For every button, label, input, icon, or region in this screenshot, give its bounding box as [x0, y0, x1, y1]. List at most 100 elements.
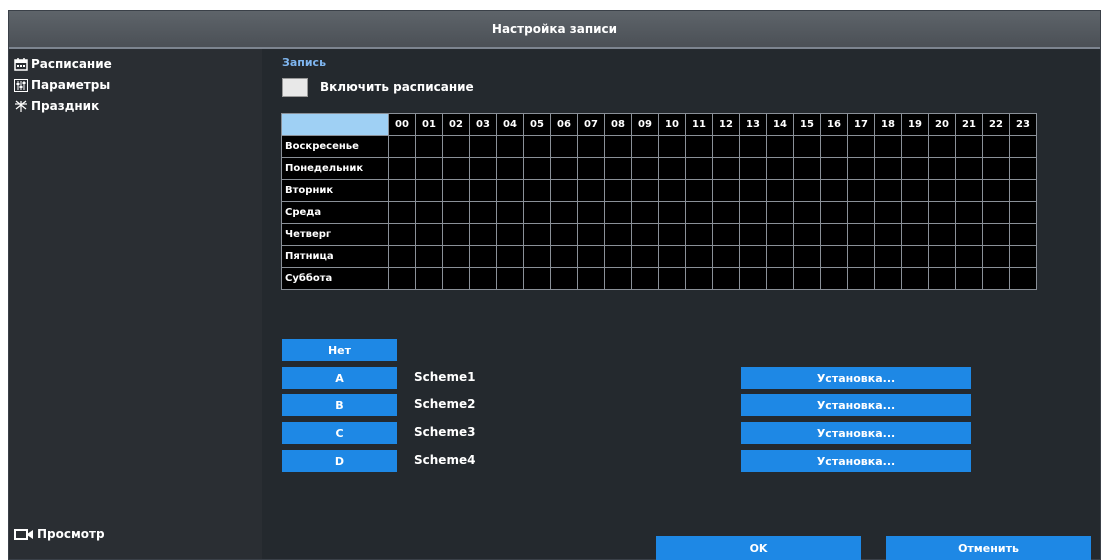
schedule-slot[interactable]: [766, 179, 794, 202]
schedule-slot[interactable]: [793, 179, 821, 202]
schedule-slot[interactable]: [604, 245, 632, 268]
schedule-slot[interactable]: [577, 157, 605, 180]
schedule-slot[interactable]: [712, 201, 740, 224]
schedule-slot[interactable]: [928, 267, 956, 290]
schedule-slot[interactable]: [847, 179, 875, 202]
none-button[interactable]: Нет: [282, 339, 397, 361]
schedule-slot[interactable]: [631, 223, 659, 246]
schedule-slot[interactable]: [604, 201, 632, 224]
sidebar-item-preview[interactable]: Просмотр: [13, 525, 105, 543]
schedule-slot[interactable]: [793, 157, 821, 180]
schedule-slot[interactable]: [415, 201, 443, 224]
schedule-slot[interactable]: [982, 179, 1010, 202]
schedule-slot[interactable]: [793, 245, 821, 268]
schedule-slot[interactable]: [388, 179, 416, 202]
schedule-slot[interactable]: [928, 135, 956, 158]
schedule-slot[interactable]: [739, 267, 767, 290]
schedule-slot[interactable]: [874, 223, 902, 246]
sidebar-item-schedule[interactable]: Расписание: [13, 55, 112, 73]
schedule-slot[interactable]: [901, 135, 929, 158]
schedule-slot[interactable]: [388, 267, 416, 290]
schedule-slot[interactable]: [712, 223, 740, 246]
schedule-slot[interactable]: [415, 223, 443, 246]
schedule-slot[interactable]: [847, 267, 875, 290]
schedule-slot[interactable]: [820, 223, 848, 246]
schedule-slot[interactable]: [874, 245, 902, 268]
schedule-slot[interactable]: [712, 157, 740, 180]
schedule-slot[interactable]: [955, 157, 983, 180]
schedule-slot[interactable]: [469, 157, 497, 180]
schedule-slot[interactable]: [901, 201, 929, 224]
scheme-1-setup-button[interactable]: Установка...: [741, 367, 971, 389]
schedule-slot[interactable]: [1009, 245, 1037, 268]
schedule-slot[interactable]: [901, 179, 929, 202]
schedule-slot[interactable]: [442, 223, 470, 246]
schedule-slot[interactable]: [523, 201, 551, 224]
schedule-slot[interactable]: [469, 135, 497, 158]
schedule-slot[interactable]: [1009, 179, 1037, 202]
schedule-slot[interactable]: [577, 201, 605, 224]
schedule-slot[interactable]: [496, 201, 524, 224]
schedule-slot[interactable]: [982, 223, 1010, 246]
schedule-slot[interactable]: [523, 135, 551, 158]
schedule-slot[interactable]: [712, 135, 740, 158]
schedule-slot[interactable]: [820, 135, 848, 158]
schedule-slot[interactable]: [631, 201, 659, 224]
schedule-slot[interactable]: [442, 179, 470, 202]
schedule-slot[interactable]: [658, 267, 686, 290]
schedule-slot[interactable]: [631, 157, 659, 180]
schedule-slot[interactable]: [901, 157, 929, 180]
schedule-slot[interactable]: [604, 267, 632, 290]
schedule-slot[interactable]: [550, 223, 578, 246]
schedule-slot[interactable]: [577, 135, 605, 158]
schedule-slot[interactable]: [685, 267, 713, 290]
schedule-slot[interactable]: [982, 245, 1010, 268]
schedule-slot[interactable]: [820, 179, 848, 202]
schedule-slot[interactable]: [982, 157, 1010, 180]
schedule-slot[interactable]: [874, 201, 902, 224]
schedule-slot[interactable]: [442, 245, 470, 268]
schedule-slot[interactable]: [685, 157, 713, 180]
schedule-slot[interactable]: [847, 157, 875, 180]
schedule-slot[interactable]: [550, 201, 578, 224]
schedule-slot[interactable]: [631, 267, 659, 290]
schedule-slot[interactable]: [577, 267, 605, 290]
schedule-slot[interactable]: [766, 267, 794, 290]
schedule-slot[interactable]: [550, 179, 578, 202]
schedule-slot[interactable]: [658, 245, 686, 268]
schedule-slot[interactable]: [415, 267, 443, 290]
schedule-slot[interactable]: [955, 201, 983, 224]
schedule-slot[interactable]: [955, 267, 983, 290]
schedule-slot[interactable]: [739, 223, 767, 246]
schedule-slot[interactable]: [604, 223, 632, 246]
schedule-slot[interactable]: [523, 223, 551, 246]
schedule-slot[interactable]: [496, 267, 524, 290]
scheme-2-setup-button[interactable]: Установка...: [741, 394, 971, 416]
schedule-slot[interactable]: [820, 157, 848, 180]
schedule-slot[interactable]: [739, 135, 767, 158]
schedule-slot[interactable]: [631, 135, 659, 158]
schedule-slot[interactable]: [415, 179, 443, 202]
schedule-slot[interactable]: [388, 223, 416, 246]
schedule-slot[interactable]: [766, 245, 794, 268]
scheme-d-button[interactable]: D: [282, 450, 397, 472]
schedule-slot[interactable]: [469, 267, 497, 290]
schedule-slot[interactable]: [928, 179, 956, 202]
schedule-slot[interactable]: [712, 245, 740, 268]
schedule-slot[interactable]: [415, 135, 443, 158]
schedule-slot[interactable]: [388, 135, 416, 158]
schedule-slot[interactable]: [604, 179, 632, 202]
schedule-slot[interactable]: [982, 267, 1010, 290]
schedule-slot[interactable]: [658, 135, 686, 158]
schedule-slot[interactable]: [658, 223, 686, 246]
schedule-slot[interactable]: [793, 135, 821, 158]
scheme-3-setup-button[interactable]: Установка...: [741, 422, 971, 444]
scheme-c-button[interactable]: C: [282, 422, 397, 444]
schedule-slot[interactable]: [739, 245, 767, 268]
schedule-slot[interactable]: [793, 201, 821, 224]
schedule-slot[interactable]: [496, 223, 524, 246]
scheme-b-button[interactable]: B: [282, 394, 397, 416]
schedule-slot[interactable]: [577, 223, 605, 246]
schedule-slot[interactable]: [685, 245, 713, 268]
schedule-slot[interactable]: [388, 157, 416, 180]
